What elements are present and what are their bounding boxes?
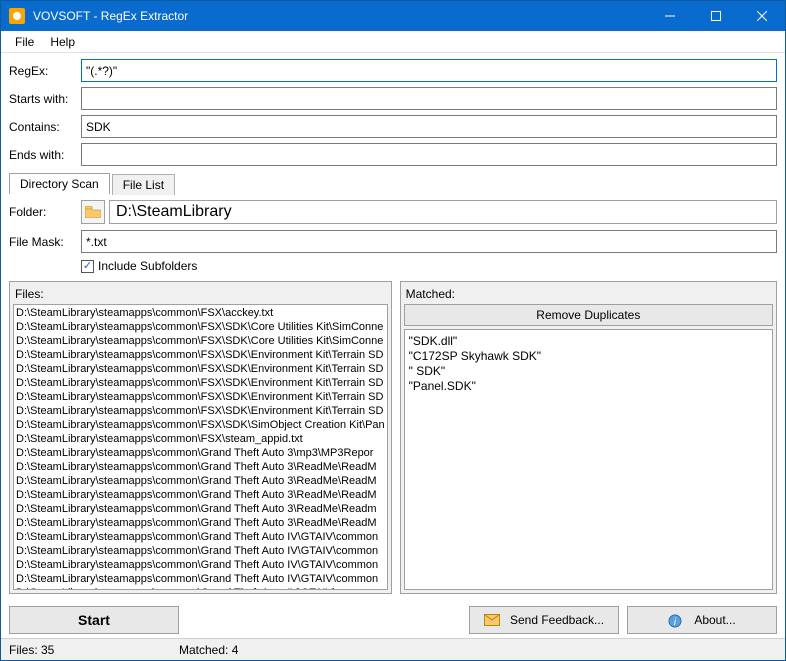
list-item[interactable]: D:\SteamLibrary\steamapps\common\FSX\SDK… xyxy=(16,404,385,418)
file-mask-label: File Mask: xyxy=(9,235,81,249)
list-item[interactable]: D:\SteamLibrary\steamapps\common\FSX\SDK… xyxy=(16,376,385,390)
start-button[interactable]: Start xyxy=(9,606,179,634)
minimize-button[interactable] xyxy=(647,1,693,31)
list-item[interactable]: D:\SteamLibrary\steamapps\common\Grand T… xyxy=(16,558,385,572)
list-item[interactable]: D:\SteamLibrary\steamapps\common\Grand T… xyxy=(16,460,385,474)
list-item[interactable]: D:\SteamLibrary\steamapps\common\FSX\SDK… xyxy=(16,348,385,362)
status-matched-count: Matched: 4 xyxy=(179,643,268,657)
close-button[interactable] xyxy=(739,1,785,31)
include-subfolders-label: Include Subfolders xyxy=(98,259,197,273)
matched-panel: Matched: Remove Duplicates "SDK.dll""C17… xyxy=(400,281,777,594)
statusbar: Files: 35 Matched: 4 xyxy=(1,638,785,660)
send-feedback-label: Send Feedback... xyxy=(510,613,604,627)
files-listbox[interactable]: D:\SteamLibrary\steamapps\common\FSX\acc… xyxy=(13,304,388,590)
list-item[interactable]: D:\SteamLibrary\steamapps\common\Grand T… xyxy=(16,530,385,544)
folder-label: Folder: xyxy=(9,205,81,219)
list-item[interactable]: D:\SteamLibrary\steamapps\common\Grand T… xyxy=(16,586,385,590)
status-files-count: Files: 35 xyxy=(9,643,179,657)
endswith-label: Ends with: xyxy=(9,148,81,162)
app-icon xyxy=(9,8,25,24)
list-item[interactable]: D:\SteamLibrary\steamapps\common\FSX\SDK… xyxy=(16,334,385,348)
list-item[interactable]: D:\SteamLibrary\steamapps\common\FSX\SDK… xyxy=(16,418,385,432)
list-item[interactable]: D:\SteamLibrary\steamapps\common\FSX\SDK… xyxy=(16,390,385,404)
titlebar: VOVSOFT - RegEx Extractor xyxy=(1,1,785,31)
menubar: File Help xyxy=(1,31,785,53)
startswith-input[interactable] xyxy=(81,87,777,110)
matched-panel-title: Matched: xyxy=(404,285,773,304)
endswith-input[interactable] xyxy=(81,143,777,166)
list-item[interactable]: D:\SteamLibrary\steamapps\common\FSX\acc… xyxy=(16,306,385,320)
list-item[interactable]: D:\SteamLibrary\steamapps\common\FSX\SDK… xyxy=(16,320,385,334)
list-item[interactable]: D:\SteamLibrary\steamapps\common\Grand T… xyxy=(16,544,385,558)
send-feedback-button[interactable]: Send Feedback... xyxy=(469,606,619,634)
folder-icon xyxy=(85,206,101,218)
window-title: VOVSOFT - RegEx Extractor xyxy=(33,9,647,23)
browse-folder-button[interactable] xyxy=(81,200,105,224)
list-item[interactable]: "C172SP Skyhawk SDK" xyxy=(409,349,768,364)
info-icon: i xyxy=(668,614,684,626)
tab-file-list[interactable]: File List xyxy=(112,174,175,195)
lists-area: Files: D:\SteamLibrary\steamapps\common\… xyxy=(1,273,785,602)
regex-input[interactable] xyxy=(81,59,777,82)
regex-label: RegEx: xyxy=(9,64,81,78)
list-item[interactable]: D:\SteamLibrary\steamapps\common\Grand T… xyxy=(16,474,385,488)
checkbox-checked-icon: ✓ xyxy=(81,260,94,273)
list-item[interactable]: D:\SteamLibrary\steamapps\common\FSX\ste… xyxy=(16,432,385,446)
tabs-area: Directory Scan File List Folder: D:\Stea… xyxy=(1,173,785,273)
bottom-button-bar: Start Send Feedback... i About... xyxy=(1,602,785,638)
contains-input[interactable] xyxy=(81,115,777,138)
folder-path[interactable]: D:\SteamLibrary xyxy=(109,200,777,224)
list-item[interactable]: "Panel.SDK" xyxy=(409,379,768,394)
about-label: About... xyxy=(694,613,735,627)
include-subfolders-checkbox[interactable]: ✓ Include Subfolders xyxy=(81,259,777,273)
list-item[interactable]: D:\SteamLibrary\steamapps\common\Grand T… xyxy=(16,488,385,502)
list-item[interactable]: D:\SteamLibrary\steamapps\common\Grand T… xyxy=(16,502,385,516)
file-mask-input[interactable] xyxy=(81,230,777,253)
list-item[interactable]: D:\SteamLibrary\steamapps\common\FSX\SDK… xyxy=(16,362,385,376)
list-item[interactable]: D:\SteamLibrary\steamapps\common\Grand T… xyxy=(16,446,385,460)
files-panel-title: Files: xyxy=(13,285,388,304)
list-item[interactable]: D:\SteamLibrary\steamapps\common\Grand T… xyxy=(16,516,385,530)
envelope-icon xyxy=(484,614,500,626)
files-panel: Files: D:\SteamLibrary\steamapps\common\… xyxy=(9,281,392,594)
matched-listbox[interactable]: "SDK.dll""C172SP Skyhawk SDK"" SDK""Pane… xyxy=(404,329,773,590)
menu-help[interactable]: Help xyxy=(42,33,83,51)
remove-duplicates-button[interactable]: Remove Duplicates xyxy=(404,304,773,326)
menu-file[interactable]: File xyxy=(7,33,42,51)
about-button[interactable]: i About... xyxy=(627,606,777,634)
list-item[interactable]: " SDK" xyxy=(409,364,768,379)
maximize-button[interactable] xyxy=(693,1,739,31)
form-area: RegEx: Starts with: Contains: Ends with: xyxy=(1,53,785,173)
contains-label: Contains: xyxy=(9,120,81,134)
list-item[interactable]: "SDK.dll" xyxy=(409,334,768,349)
list-item[interactable]: D:\SteamLibrary\steamapps\common\Grand T… xyxy=(16,572,385,586)
window-controls xyxy=(647,1,785,31)
tab-directory-scan[interactable]: Directory Scan xyxy=(9,173,110,194)
startswith-label: Starts with: xyxy=(9,92,81,106)
